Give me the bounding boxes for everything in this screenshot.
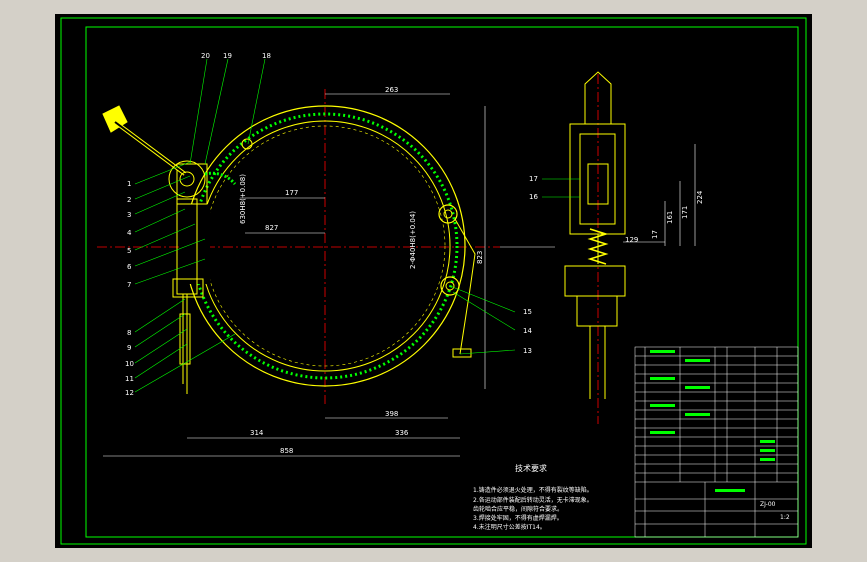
- balloon-2: 2: [127, 196, 131, 204]
- dim-171: 171: [681, 206, 689, 219]
- top-pin: [241, 138, 253, 150]
- dim-17: 17: [651, 230, 659, 239]
- balloon-14: 14: [523, 327, 532, 335]
- balloons-top: 20 19 18: [201, 52, 271, 60]
- dim-rot-b: 2-Φ40H8(+0.04): [409, 211, 417, 269]
- dim-336: 336: [395, 429, 409, 437]
- dim-823: 823: [476, 251, 484, 264]
- dim-161: 161: [666, 211, 674, 224]
- dim-224: 224: [696, 190, 704, 204]
- title-block-drawing-no: ZJ-00: [760, 501, 776, 508]
- side-view: [564, 71, 626, 399]
- dim-129: 129: [625, 236, 638, 244]
- balloon-19: 19: [223, 52, 232, 60]
- balloon-15: 15: [523, 308, 532, 316]
- parts-list-text-fills: [650, 350, 775, 492]
- title-block-scale: 1:2: [780, 514, 790, 521]
- dim-827: 827: [265, 224, 278, 232]
- drawing-sheet: 263 177 827 398 314 336 858 823 129 224 …: [55, 14, 812, 548]
- balloon-5: 5: [127, 247, 131, 255]
- dim-rot-a: 630H8(+0.08): [239, 174, 247, 224]
- balloons-right: 15 14 13: [523, 308, 532, 355]
- hinge-nut: [452, 348, 472, 358]
- tech-req-line-5: 4.未注明尺寸公差按IT14。: [473, 523, 546, 531]
- balloon-12: 12: [125, 389, 134, 397]
- balloon-20: 20: [201, 52, 210, 60]
- balloon-1: 1: [127, 180, 131, 188]
- center-lines: [97, 74, 599, 424]
- dim-858: 858: [280, 447, 293, 455]
- balloon-7: 7: [127, 281, 131, 289]
- tech-req-line-4: 3.焊接处牢固，不得有虚焊漏焊。: [473, 514, 563, 522]
- dim-398: 398: [385, 410, 398, 418]
- dim-263: 263: [385, 86, 398, 94]
- tech-req-line-2: 2.各运动部件装配后转动灵活，无卡滞现象。: [473, 496, 593, 504]
- balloon-16: 16: [529, 193, 538, 201]
- gear-hub: [168, 160, 206, 198]
- balloons-side: 17 16: [529, 175, 538, 201]
- balloon-8: 8: [127, 329, 131, 337]
- handle: [102, 105, 187, 176]
- balloon-11: 11: [125, 375, 134, 383]
- tech-req-line-3: 齿轮啮合应平稳，间隙符合要求。: [473, 505, 563, 513]
- ring-gap: [180, 204, 210, 284]
- clamp-assembly: [172, 163, 208, 394]
- balloon-4: 4: [127, 229, 132, 237]
- balloon-17: 17: [529, 175, 538, 183]
- balloons-left: 1 2 3 4 5 6 7 8 9 10 11 12: [125, 180, 134, 397]
- hinge-pin-upper-bore: [443, 209, 453, 219]
- balloon-10: 10: [125, 360, 134, 368]
- tech-req-title: 技术要求: [515, 463, 547, 473]
- dim-314: 314: [250, 429, 264, 437]
- cad-drawing: 263 177 827 398 314 336 858 823 129 224 …: [60, 17, 807, 545]
- balloon-18: 18: [262, 52, 271, 60]
- balloon-9: 9: [127, 344, 131, 352]
- dim-177: 177: [285, 189, 298, 197]
- balloon-3: 3: [127, 211, 131, 219]
- balloon-13: 13: [523, 347, 532, 355]
- balloon-6: 6: [127, 263, 132, 271]
- tech-req-line-1: 1.铸造件必须退火处理，不得有裂纹等缺陷。: [473, 486, 593, 494]
- technical-requirements: 技术要求 1.铸造件必须退火处理，不得有裂纹等缺陷。 2.各运动部件装配后转动灵…: [473, 463, 593, 531]
